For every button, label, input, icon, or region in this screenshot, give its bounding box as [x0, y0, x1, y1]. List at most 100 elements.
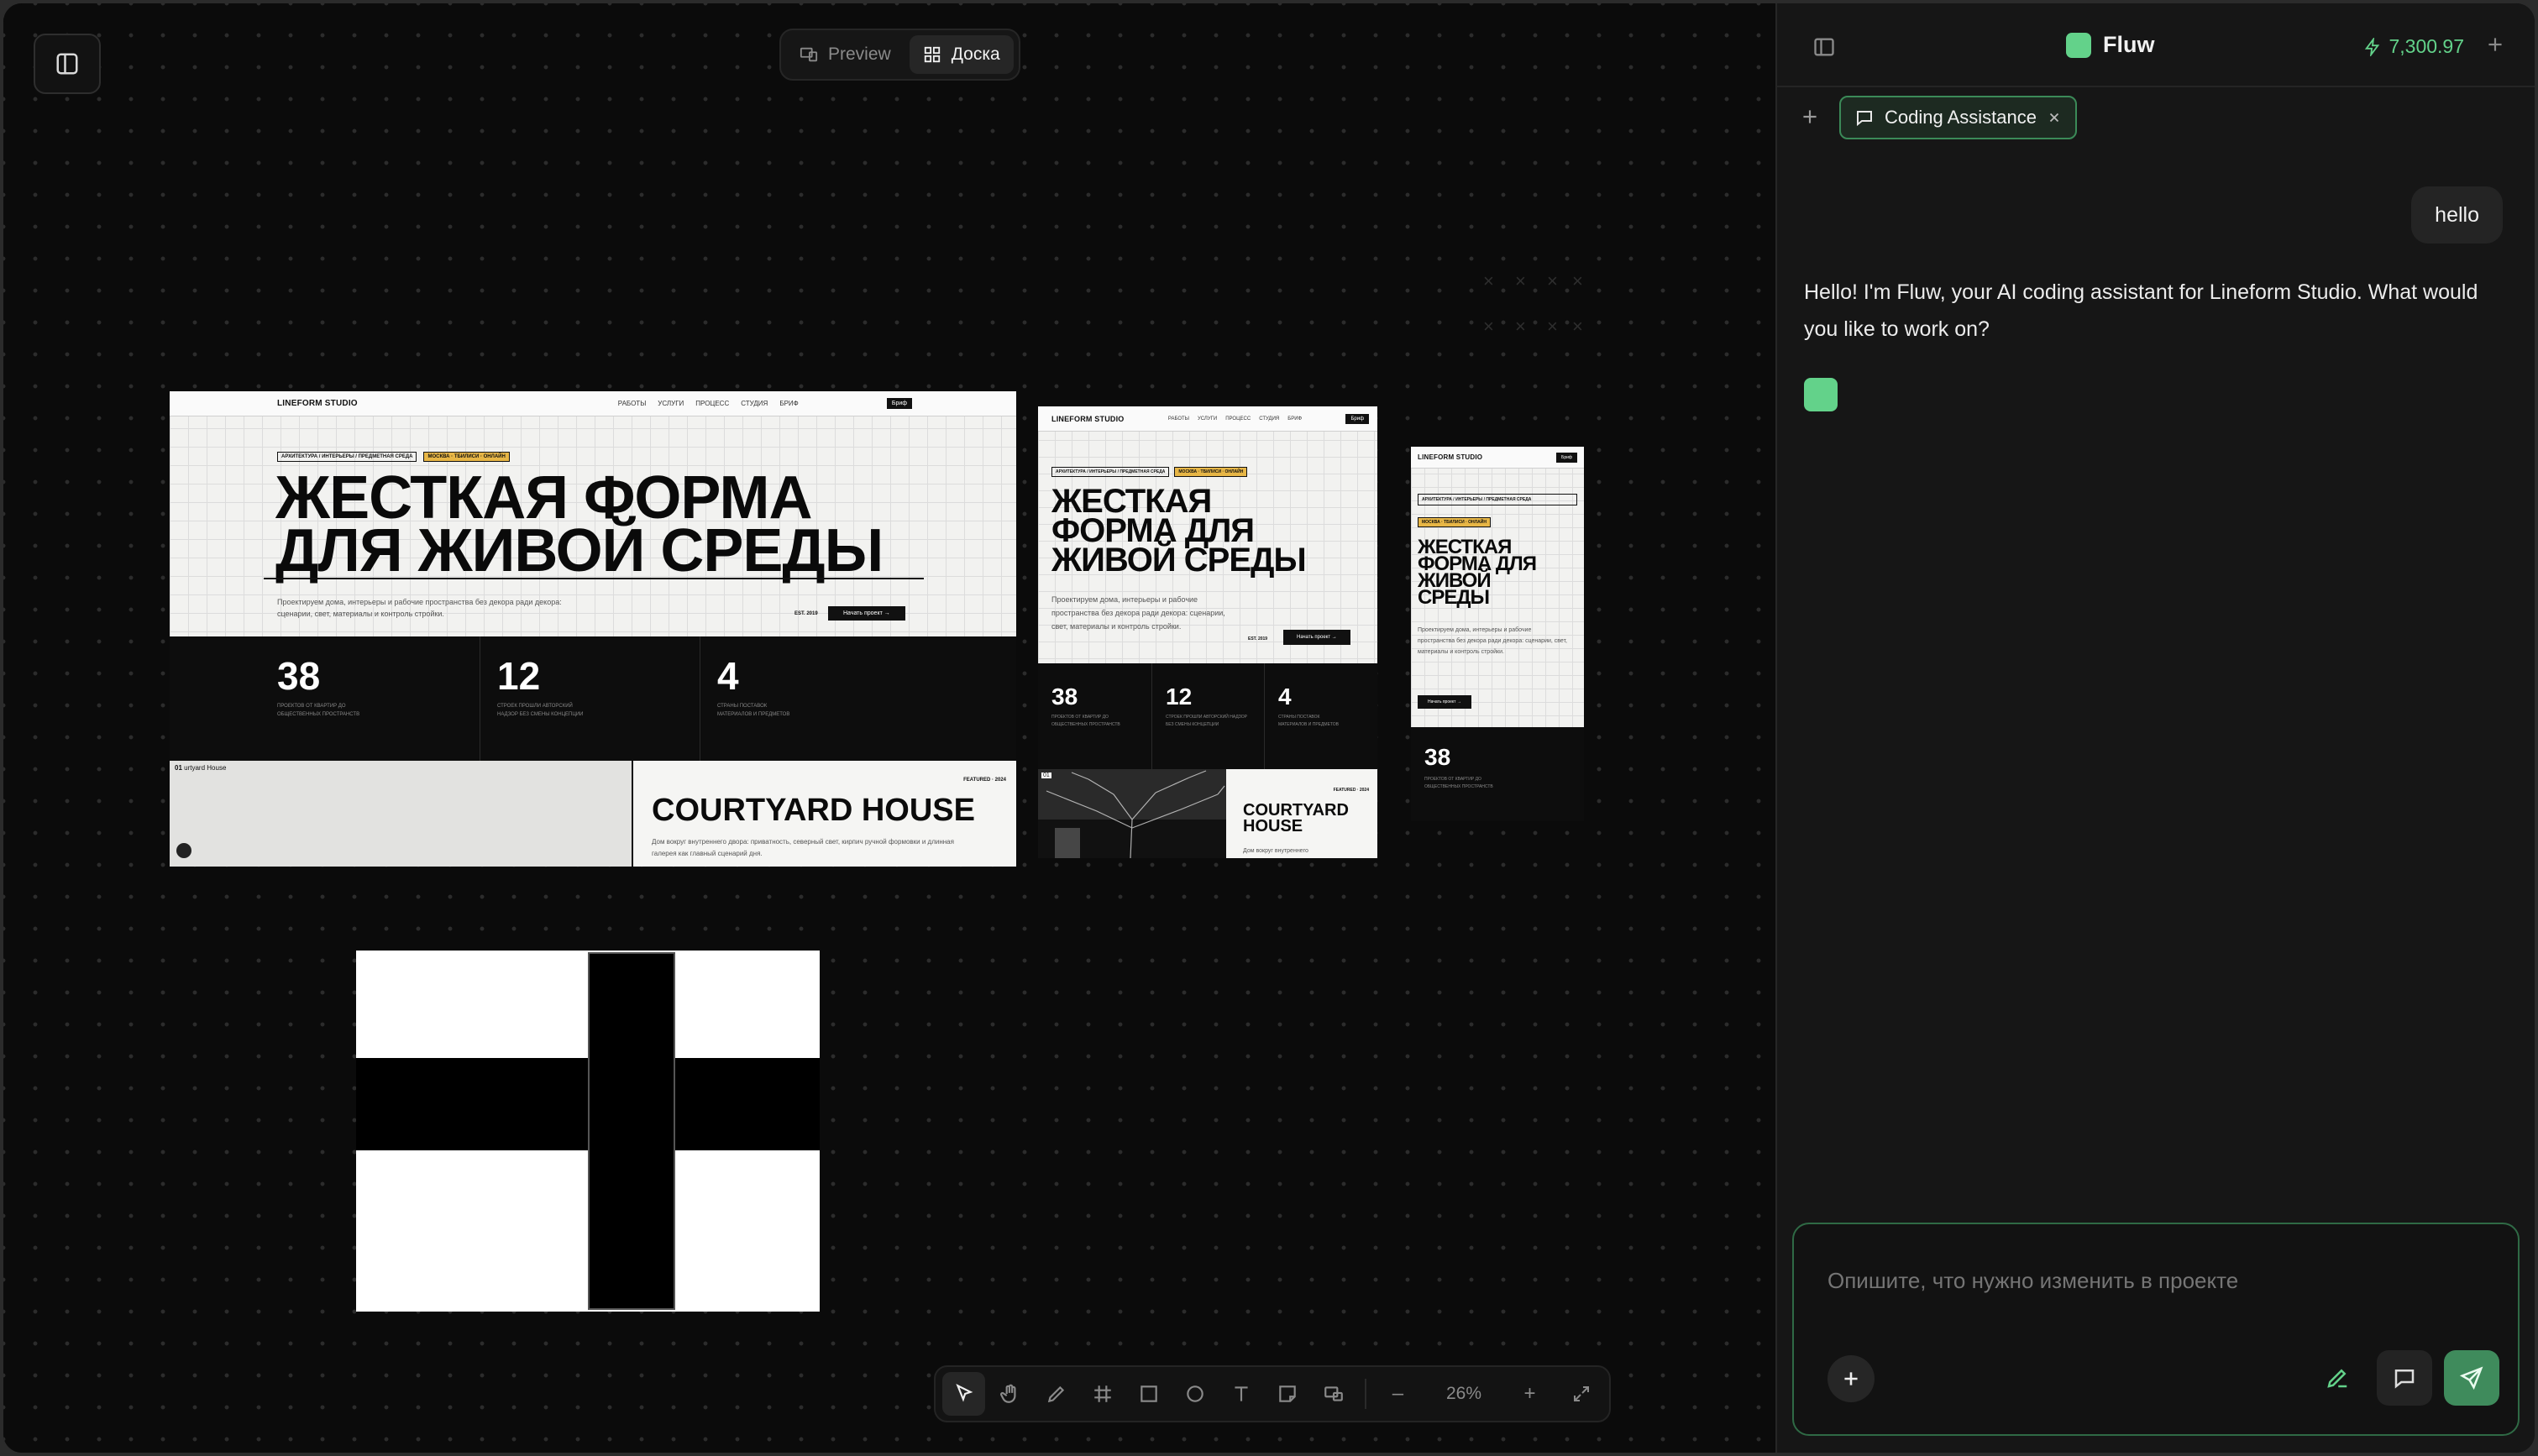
text-icon: [1234, 1386, 1248, 1401]
stat-item: 38 ПРОЕКТОВ ОТ КВАРТИР ДО ОБЩЕСТВЕННЫХ П…: [1038, 663, 1152, 769]
text-tool[interactable]: [1219, 1372, 1262, 1416]
artboard-mobile[interactable]: LINEFORM STUDIO Бриф АРХИТЕКТУРА / ИНТЕР…: [1411, 447, 1584, 727]
nav-link-process[interactable]: ПРОЦЕСС: [695, 400, 729, 407]
canvas-mark: ×: [1572, 316, 1583, 337]
message-input[interactable]: [1827, 1268, 2483, 1294]
zoom-out-button[interactable]: –: [1376, 1372, 1419, 1416]
close-icon[interactable]: [2047, 110, 2062, 125]
stats-row: 38 ПРОЕКТОВ ОТ КВАРТИР ДО ОБЩЕСТВЕННЫХ П…: [170, 636, 1016, 761]
stat-item: 4 СТРАНЫ ПОСТАВОК МАТЕРИАЛОВ И ПРЕДМЕТОВ: [1265, 663, 1377, 769]
design-canvas[interactable]: Preview Доска × × × × × × × × LINEFORM S…: [3, 3, 1775, 1453]
start-project-button[interactable]: Начать проект →: [1418, 695, 1471, 709]
location-tag: МОСКВА · ТБИЛИСИ · ОНЛАЙН: [1174, 467, 1248, 477]
nav-link-brief[interactable]: БРИФ: [1287, 416, 1302, 422]
edit-mode-button[interactable]: [2310, 1350, 2365, 1406]
user-message: hello: [2411, 186, 2503, 244]
nav-link-brief[interactable]: БРИФ: [779, 400, 798, 407]
chat-icon: [1857, 111, 1872, 127]
nav-link-studio[interactable]: СТУДИЯ: [1259, 416, 1279, 422]
zoom-in-button[interactable]: +: [1508, 1372, 1551, 1416]
hand-tool[interactable]: [988, 1372, 1031, 1416]
plus-icon: [1803, 110, 1817, 123]
add-credits-button[interactable]: [2484, 34, 2506, 60]
canvas-mark: ×: [1515, 270, 1526, 291]
frame-icon: [1093, 1385, 1111, 1402]
assistant-message: Hello! I'm Fluw, your AI coding assistan…: [1804, 280, 2478, 341]
nav-link-studio[interactable]: СТУДИЯ: [741, 400, 768, 407]
start-project-button[interactable]: Начать проект →: [828, 606, 905, 621]
nav-link-services[interactable]: УСЛУГИ: [1198, 416, 1217, 422]
select-tool[interactable]: [942, 1372, 985, 1416]
stat-item: 38 ПРОЕКТОВ ОТ КВАРТИР ДО ОБЩЕСТВЕННЫХ П…: [170, 636, 480, 761]
nav-link-works[interactable]: РАБОТЫ: [618, 400, 647, 407]
stat-description: СТРАНЫ ПОСТАВОК МАТЕРИАЛОВ И ПРЕДМЕТОВ: [717, 704, 790, 717]
featured-description: Дом вокруг внутреннего двора: приватност…: [652, 838, 954, 857]
project-photo: 01: [1038, 769, 1226, 858]
brand: Fluw: [2066, 32, 2155, 58]
send-button[interactable]: [2444, 1350, 2499, 1406]
board-tab[interactable]: Доска: [909, 35, 1014, 74]
hero-title: ЖЕСТКАЯ ФОРМА ДЛЯ ЖИВОЙ СРЕДЫ: [275, 468, 884, 582]
stats-row: 38 ПРОЕКТОВ ОТ КВАРТИР ДО ОБЩЕСТВЕННЫХ П…: [1038, 663, 1377, 769]
artboard-desktop[interactable]: LINEFORM STUDIO РАБОТЫ УСЛУГИ ПРОЦЕСС СТ…: [170, 391, 1016, 867]
pencil-icon: [2327, 1369, 2347, 1388]
artboard-tablet[interactable]: LINEFORM STUDIO РАБОТЫ УСЛУГИ ПРОЦЕСС СТ…: [1038, 406, 1377, 858]
sidebar-toggle-button[interactable]: [34, 34, 101, 94]
stat-item: 12 СТРОЕК ПРОШЛИ АВТОРСКИЙ НАДЗОР БЕЗ СМ…: [1152, 663, 1265, 769]
brief-button[interactable]: Бриф: [1556, 452, 1577, 463]
cross-image-frame[interactable]: [356, 951, 820, 1312]
canvas-mark: ×: [1515, 316, 1526, 337]
location-tag: МОСКВА · ТБИЛИСИ · ОНЛАЙН: [423, 452, 510, 462]
collapse-panel-button[interactable]: [1812, 35, 1836, 63]
chat-mode-button[interactable]: [2377, 1350, 2432, 1406]
brief-button[interactable]: Бриф: [886, 398, 912, 409]
stat-description: СТРОЕК ПРОШЛИ АВТОРСКИЙ НАДЗОР БЕЗ СМЕНЫ…: [1166, 715, 1247, 727]
send-icon: [2459, 1366, 2483, 1391]
rectangle-tool[interactable]: [1127, 1372, 1170, 1416]
stat-number: 4: [717, 654, 739, 698]
chat-tab-label: Coding Assistance: [1885, 107, 2037, 128]
credits-balance[interactable]: 7,300.97: [2363, 35, 2464, 58]
stat-number: 38: [1051, 683, 1078, 710]
preview-icon: [800, 47, 818, 62]
featured-label: FEATURED · 2024: [963, 778, 1006, 783]
hero-lead: Проектируем дома, интерьеры и рабочие пр…: [1418, 627, 1567, 655]
preview-tab[interactable]: Preview: [786, 35, 905, 74]
chat-tab-coding-assistance[interactable]: Coding Assistance: [1839, 96, 2077, 139]
hero-title-line: ЖИВОЙ СРЕДЫ: [1051, 542, 1307, 579]
featured-title: COURTYARD HOUSE: [652, 793, 975, 828]
canvas-mark: ×: [1547, 316, 1558, 337]
frame-tool[interactable]: [1081, 1372, 1124, 1416]
brand-name: Fluw: [2103, 32, 2155, 57]
sidebar-toggle-icon: [56, 53, 78, 75]
panel-header: Fluw 7,300.97: [1777, 3, 2535, 87]
attach-button[interactable]: [1827, 1355, 1875, 1402]
note-tool[interactable]: [1266, 1372, 1308, 1416]
hero-lead: Проектируем дома, интерьеры и рабочие пр…: [1051, 595, 1225, 631]
nav-link-services[interactable]: УСЛУГИ: [658, 400, 684, 407]
pen-tool[interactable]: [1035, 1372, 1078, 1416]
stat-description: ПРОЕКТОВ ОТ КВАРТИР ДО ОБЩЕСТВЕННЫХ ПРОС…: [1051, 715, 1120, 727]
play-icon[interactable]: [176, 843, 191, 858]
hero-tag: АРХИТЕКТУРА / ИНТЕРЬЕРЫ / ПРЕДМЕТНАЯ СРЕ…: [1418, 494, 1577, 505]
nav-link-process[interactable]: ПРОЦЕСС: [1225, 416, 1251, 422]
featured-card[interactable]: FEATURED · 2024 COURTYARD HOUSE Дом вокр…: [635, 761, 1016, 867]
stat-item: 4 СТРАНЫ ПОСТАВОК МАТЕРИАЛОВ И ПРЕДМЕТОВ: [700, 636, 1016, 761]
tree-photo-icon: [1038, 769, 1226, 858]
stat-number: 4: [1278, 683, 1292, 710]
new-chat-button[interactable]: [1799, 106, 1821, 132]
fit-screen-button[interactable]: [1560, 1372, 1602, 1416]
start-project-button[interactable]: Начать проект →: [1283, 630, 1350, 645]
view-switch: Preview Доска: [779, 29, 1020, 81]
ellipse-tool[interactable]: [1173, 1372, 1216, 1416]
grid-icon: [924, 46, 940, 63]
pencil-icon: [1047, 1385, 1064, 1403]
nav-link-works[interactable]: РАБОТЫ: [1168, 416, 1189, 422]
hero-title-line: СРЕДЫ: [1418, 586, 1490, 609]
featured-card[interactable]: FEATURED · 2024 COURTYARD HOUSE Дом вокр…: [1226, 769, 1377, 858]
stat-description: ПРОЕКТОВ ОТ КВАРТИР ДО ОБЩЕСТВЕННЫХ ПРОС…: [277, 704, 360, 717]
component-tool[interactable]: [1312, 1372, 1355, 1416]
plus-icon: [1844, 1372, 1858, 1385]
brief-button[interactable]: Бриф: [1345, 413, 1369, 424]
zoom-value[interactable]: 26%: [1423, 1384, 1505, 1404]
